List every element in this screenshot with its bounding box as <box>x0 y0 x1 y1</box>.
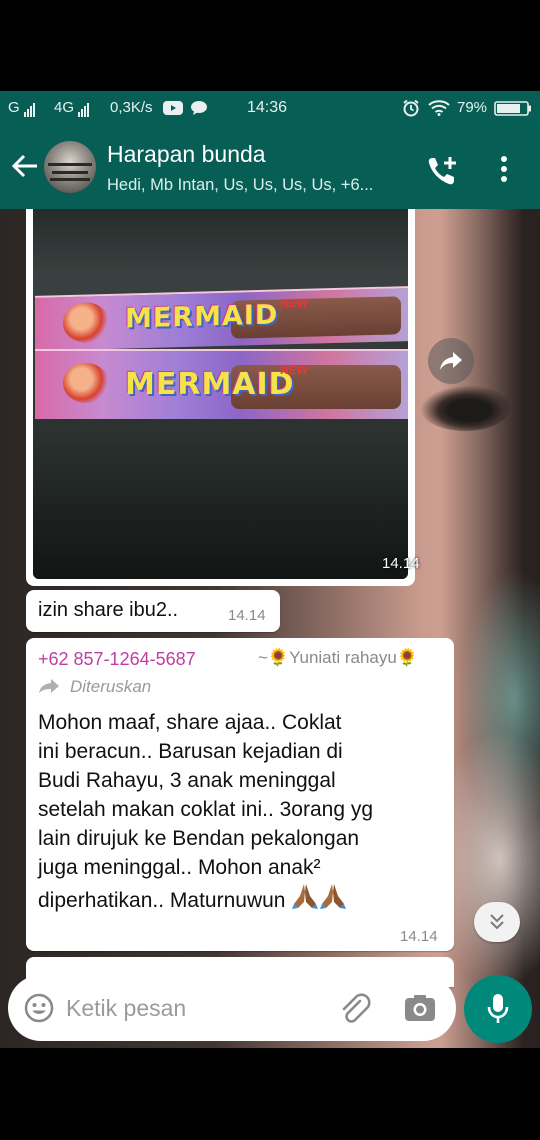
message-composer <box>8 975 456 1041</box>
candy-burst-text: NEW <box>280 363 308 377</box>
carrier-label: G <box>8 99 36 117</box>
forwarded-message[interactable]: +62 857-1264-5687 ~🌻Yuniati rahayu🌻 Dite… <box>26 638 454 951</box>
message-body: Mohon maaf, share ajaa.. Coklat ini bera… <box>38 708 448 918</box>
voice-record-button[interactable] <box>464 975 532 1043</box>
forwarded-text: Diteruskan <box>70 677 152 696</box>
network-text: 4G <box>54 99 75 116</box>
carrier-text: G <box>8 99 20 116</box>
forwarded-label: Diteruskan <box>38 677 151 697</box>
add-call-icon[interactable] <box>426 155 460 187</box>
forward-button[interactable] <box>428 338 474 384</box>
praying-hands-icon <box>291 882 347 918</box>
group-members[interactable]: Hedi, Mb Intan, Us, Us, Us, Us, +6... <box>107 176 373 195</box>
candy-burst-text: NEW <box>280 295 308 311</box>
message-time: 14.14 <box>400 928 438 945</box>
battery-icon <box>494 101 531 116</box>
more-options-icon[interactable] <box>500 156 508 182</box>
signal-icon <box>78 100 90 117</box>
wifi-icon <box>428 100 450 116</box>
status-bar: G 4G 0,3K/s 14:36 79% <box>0 91 540 125</box>
candy-brand-text: MERMAID <box>125 299 279 335</box>
bottom-black-border <box>0 1048 540 1140</box>
chat-notification-icon <box>191 101 207 115</box>
share-arrow-icon <box>440 352 462 370</box>
message-input[interactable] <box>66 985 326 1031</box>
top-black-border <box>0 0 540 91</box>
candy-brand-text: MERMAID <box>125 367 295 402</box>
microphone-icon <box>487 994 509 1023</box>
signal-icon <box>23 100 36 117</box>
battery-percent: 79% <box>457 99 488 116</box>
double-chevron-down-icon <box>490 914 504 930</box>
chat-header: Harapan bunda Hedi, Mb Intan, Us, Us, Us… <box>0 125 540 209</box>
sender-number[interactable]: +62 857-1264-5687 <box>38 649 196 670</box>
candy-box: MERMAID NEW <box>35 286 408 351</box>
forwarded-arrow-icon <box>39 679 59 693</box>
network-speed: 0,3K/s <box>110 99 153 116</box>
back-arrow-icon[interactable] <box>10 152 40 180</box>
message-time: 14.14 <box>228 607 266 624</box>
sender-name: ~🌻Yuniati rahayu🌻 <box>258 648 419 667</box>
network-label: 4G <box>54 99 90 117</box>
youtube-icon <box>163 101 183 115</box>
message-text: izin share ibu2.. <box>38 599 179 621</box>
group-title[interactable]: Harapan bunda <box>107 141 266 168</box>
text-message[interactable]: izin share ibu2.. 14.14 <box>26 590 280 632</box>
emoji-icon[interactable] <box>24 993 54 1023</box>
paperclip-icon[interactable] <box>338 992 372 1026</box>
clock: 14:36 <box>247 99 288 116</box>
camera-icon[interactable] <box>404 994 436 1022</box>
candy-photo[interactable]: MERMAID NEW MERMAID NEW <box>33 209 408 579</box>
group-avatar[interactable] <box>44 141 96 193</box>
alarm-icon <box>403 99 419 117</box>
image-message[interactable]: MERMAID NEW MERMAID NEW 14.14 <box>26 209 420 586</box>
message-time: 14.14 <box>382 555 420 572</box>
scroll-to-bottom-button[interactable] <box>474 902 520 942</box>
candy-box: MERMAID NEW <box>35 349 408 419</box>
